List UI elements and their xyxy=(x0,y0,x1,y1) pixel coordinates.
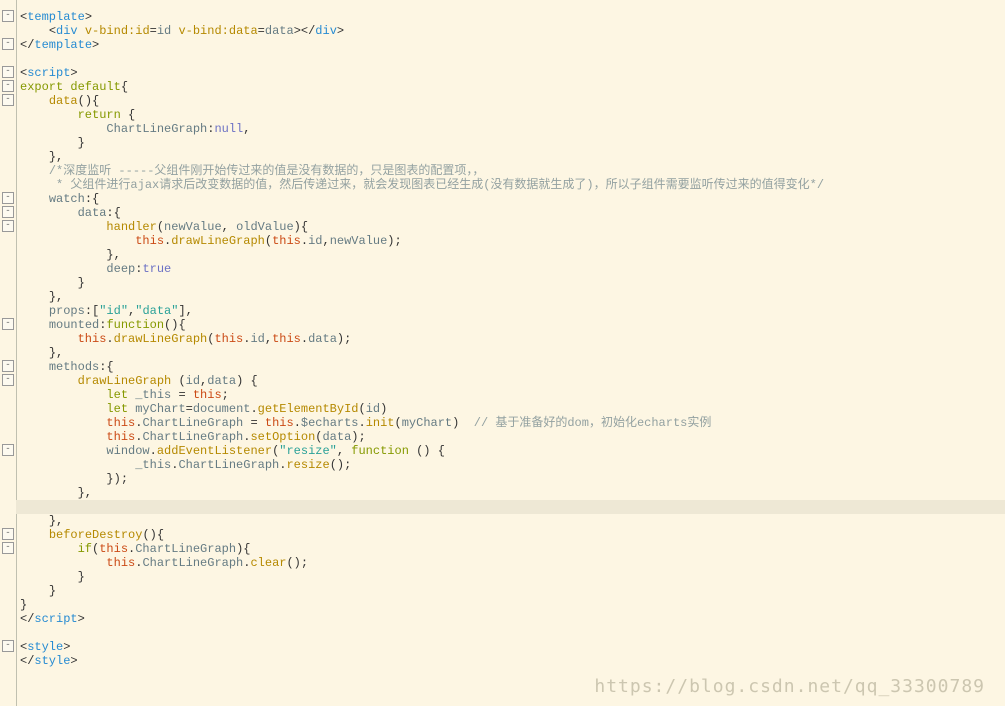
code-line[interactable]: data:{ xyxy=(16,206,1005,220)
fold-marker[interactable]: - xyxy=(2,10,14,22)
code-line[interactable]: mounted:function(){ xyxy=(16,318,1005,332)
code-line[interactable]: <div v-bind:id=id v-bind:data=data></div… xyxy=(16,24,1005,38)
code-line[interactable]: <script> xyxy=(16,66,1005,80)
code-line[interactable]: ChartLineGraph:null, xyxy=(16,122,1005,136)
code-line[interactable]: drawLineGraph (id,data) { xyxy=(16,374,1005,388)
code-line[interactable]: handler(newValue, oldValue){ xyxy=(16,220,1005,234)
code-editor[interactable]: - - - - - - - - - - - - - - - <template> <div v-bind:i… xyxy=(0,0,1005,706)
code-line[interactable]: this.ChartLineGraph.setOption(data); xyxy=(16,430,1005,444)
gutter: - - - - - - - - - - - - - - - xyxy=(0,0,17,706)
code-line[interactable]: }, xyxy=(16,514,1005,528)
code-line[interactable]: this.drawLineGraph(this.id,this.data); xyxy=(16,332,1005,346)
code-line[interactable]: <style> xyxy=(16,640,1005,654)
code-line[interactable]: let myChart=document.getElementById(id) xyxy=(16,402,1005,416)
fold-marker[interactable]: - xyxy=(2,640,14,652)
code-line[interactable]: </style> xyxy=(16,654,1005,668)
fold-marker[interactable]: - xyxy=(2,528,14,540)
fold-marker[interactable]: - xyxy=(2,94,14,106)
code-line[interactable]: }, xyxy=(16,346,1005,360)
fold-marker[interactable]: - xyxy=(2,444,14,456)
code-line[interactable]: </script> xyxy=(16,612,1005,626)
code-line[interactable]: data(){ xyxy=(16,94,1005,108)
code-line[interactable]: * 父组件进行ajax请求后改变数据的值，然后传递过来，就会发现图表已经生成(没… xyxy=(16,178,1005,192)
code-line[interactable]: props:["id","data"], xyxy=(16,304,1005,318)
fold-marker[interactable]: - xyxy=(2,80,14,92)
code-line[interactable] xyxy=(16,626,1005,640)
code-line[interactable] xyxy=(16,500,1005,514)
code-line[interactable]: }, xyxy=(16,150,1005,164)
fold-marker[interactable]: - xyxy=(2,360,14,372)
code-line[interactable]: } xyxy=(16,598,1005,612)
code-line[interactable]: this.drawLineGraph(this.id,newValue); xyxy=(16,234,1005,248)
code-line[interactable]: if(this.ChartLineGraph){ xyxy=(16,542,1005,556)
code-line[interactable]: <template> xyxy=(16,10,1005,24)
code-line[interactable]: }); xyxy=(16,472,1005,486)
code-line[interactable]: methods:{ xyxy=(16,360,1005,374)
fold-marker[interactable]: - xyxy=(2,542,14,554)
code-line[interactable] xyxy=(16,52,1005,66)
watermark: https://blog.csdn.net/qq_33300789 xyxy=(594,680,985,694)
code-area[interactable]: <template> <div v-bind:id=id v-bind:data… xyxy=(16,0,1005,668)
code-line[interactable]: this.ChartLineGraph.clear(); xyxy=(16,556,1005,570)
code-line[interactable]: deep:true xyxy=(16,262,1005,276)
fold-marker[interactable]: - xyxy=(2,220,14,232)
code-line[interactable]: }, xyxy=(16,486,1005,500)
code-line[interactable]: /*深度监听 -----父组件刚开始传过来的值是没有数据的，只是图表的配置项，， xyxy=(16,164,1005,178)
fold-marker[interactable]: - xyxy=(2,318,14,330)
code-line[interactable]: } xyxy=(16,584,1005,598)
code-line[interactable]: } xyxy=(16,570,1005,584)
fold-marker[interactable]: - xyxy=(2,192,14,204)
code-line[interactable]: export default{ xyxy=(16,80,1005,94)
fold-marker[interactable]: - xyxy=(2,206,14,218)
code-line[interactable]: }, xyxy=(16,248,1005,262)
code-line[interactable]: _this.ChartLineGraph.resize(); xyxy=(16,458,1005,472)
code-line[interactable]: }, xyxy=(16,290,1005,304)
code-line[interactable]: beforeDestroy(){ xyxy=(16,528,1005,542)
code-line[interactable]: window.addEventListener("resize", functi… xyxy=(16,444,1005,458)
fold-marker[interactable]: - xyxy=(2,374,14,386)
code-line[interactable]: let _this = this; xyxy=(16,388,1005,402)
code-line[interactable]: this.ChartLineGraph = this.$echarts.init… xyxy=(16,416,1005,430)
fold-marker[interactable]: - xyxy=(2,38,14,50)
code-line[interactable]: } xyxy=(16,136,1005,150)
fold-marker[interactable]: - xyxy=(2,66,14,78)
code-line[interactable]: </template> xyxy=(16,38,1005,52)
code-line[interactable]: watch:{ xyxy=(16,192,1005,206)
code-line[interactable]: } xyxy=(16,276,1005,290)
code-line[interactable]: return { xyxy=(16,108,1005,122)
